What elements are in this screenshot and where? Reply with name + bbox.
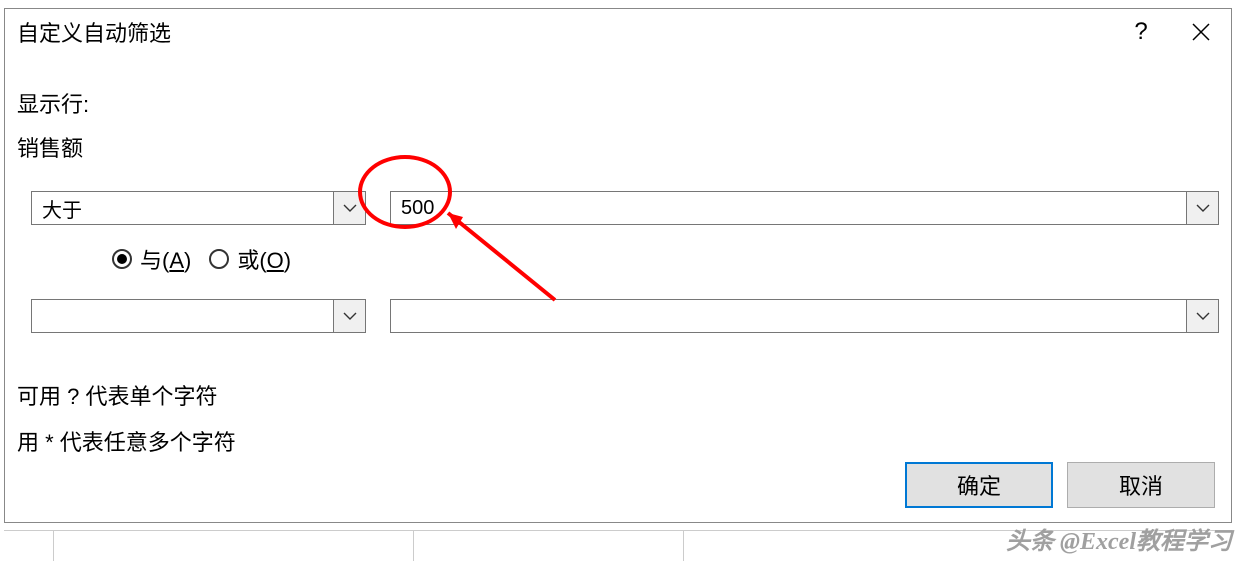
dialog-title: 自定义自动筛选 (17, 16, 1111, 48)
value-2-input[interactable] (391, 300, 1186, 332)
radio-or[interactable]: 或(O) (209, 243, 291, 275)
criteria-row-1 (17, 191, 1219, 225)
operator-1-input[interactable] (32, 192, 333, 224)
cancel-button[interactable]: 取消 (1067, 462, 1215, 508)
radio-dot-icon (117, 254, 127, 264)
operator-1-combo[interactable] (31, 191, 366, 225)
operator-1-dropdown-button[interactable] (333, 192, 365, 224)
help-icon: ? (1134, 18, 1147, 46)
hint-single-char: 可用 ? 代表单个字符 (17, 379, 1219, 411)
operator-2-combo[interactable] (31, 299, 366, 333)
radio-or-circle (209, 249, 229, 269)
show-rows-label: 显示行: (17, 87, 1219, 119)
watermark-text: 头条 @Excel教程学习 (1006, 521, 1232, 556)
close-button[interactable] (1171, 9, 1231, 55)
value-2-dropdown-button[interactable] (1186, 300, 1218, 332)
chevron-down-icon (343, 312, 357, 321)
value-1-input[interactable] (391, 192, 1186, 224)
field-name-label: 销售额 (17, 131, 1219, 163)
custom-autofilter-dialog: 自定义自动筛选 ? 显示行: 销售额 (4, 8, 1232, 523)
logic-radio-group: 与(A) 或(O) (112, 243, 1219, 275)
hint-multi-char: 用 * 代表任意多个字符 (17, 425, 1219, 457)
dialog-footer: 确定 取消 (905, 462, 1215, 508)
chevron-down-icon (1196, 312, 1210, 321)
radio-and[interactable]: 与(A) (112, 243, 191, 275)
ok-button[interactable]: 确定 (905, 462, 1053, 508)
criteria-row-2 (17, 299, 1219, 333)
chevron-down-icon (343, 204, 357, 213)
value-2-combo[interactable] (390, 299, 1219, 333)
radio-and-label: 与(A) (140, 243, 191, 275)
radio-or-label: 或(O) (237, 243, 291, 275)
help-button[interactable]: ? (1111, 9, 1171, 55)
dialog-content: 显示行: 销售额 与(A) 或(O) (5, 55, 1231, 457)
value-1-combo[interactable] (390, 191, 1219, 225)
value-1-dropdown-button[interactable] (1186, 192, 1218, 224)
chevron-down-icon (1196, 204, 1210, 213)
operator-2-input[interactable] (32, 300, 333, 332)
titlebar: 自定义自动筛选 ? (5, 9, 1231, 55)
operator-2-dropdown-button[interactable] (333, 300, 365, 332)
close-icon (1192, 23, 1210, 41)
radio-and-circle (112, 249, 132, 269)
